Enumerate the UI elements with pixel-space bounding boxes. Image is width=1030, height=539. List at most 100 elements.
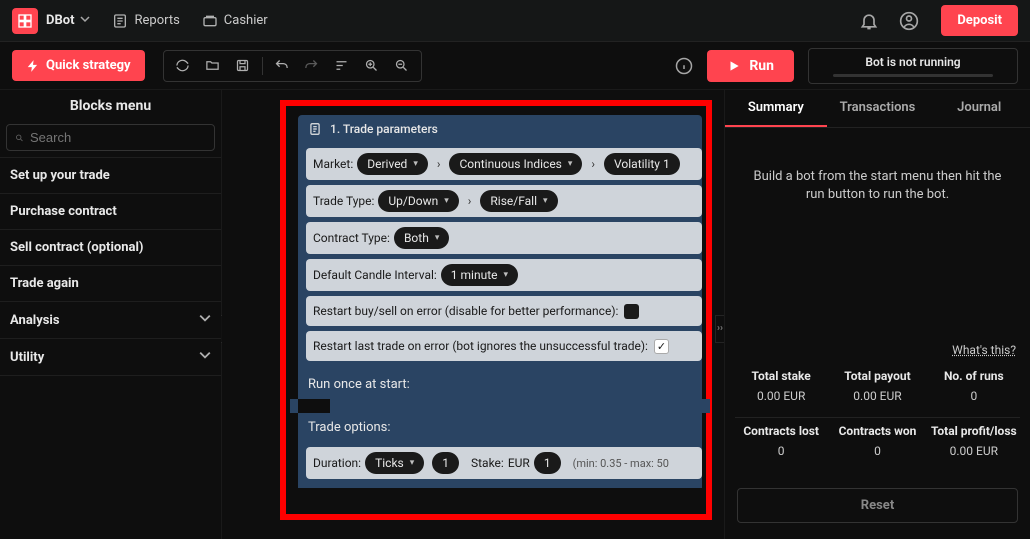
market-row: Market: Derived▾ › Continuous Indices▾ ›…: [306, 148, 702, 180]
sidebar-item-setup-trade[interactable]: Set up your trade: [0, 157, 221, 194]
save-icon[interactable]: [228, 51, 258, 81]
stat-profit-loss: Total profit/loss 0.00 EUR: [926, 424, 1022, 458]
right-panel: Summary Transactions Journal Build a bot…: [724, 90, 1030, 539]
block-title-text: 1. Trade parameters: [330, 122, 438, 136]
reports-label: Reports: [134, 13, 179, 28]
block-notch: [290, 399, 710, 413]
sidebar-item-label: Utility: [10, 350, 44, 365]
sidebar-item-label: Analysis: [10, 313, 60, 328]
restart-last-checkbox[interactable]: ✓: [654, 339, 669, 354]
deposit-button[interactable]: Deposit: [941, 5, 1018, 36]
reports-link[interactable]: Reports: [112, 13, 179, 29]
sidebar-title: Blocks menu: [0, 90, 221, 122]
quick-strategy-button[interactable]: Quick strategy: [12, 50, 145, 81]
search-input[interactable]: [30, 130, 206, 145]
run-once-label: Run once at start:: [298, 370, 702, 399]
tabs: Summary Transactions Journal: [725, 90, 1030, 128]
market-derived-pill[interactable]: Derived▾: [357, 153, 428, 175]
stake-currency: EUR: [508, 456, 530, 470]
sidebar-item-trade-again[interactable]: Trade again: [0, 266, 221, 302]
zoom-in-icon[interactable]: [357, 51, 387, 81]
stat-total-payout: Total payout 0.00 EUR: [829, 369, 925, 403]
redo-icon[interactable]: [297, 51, 327, 81]
trade-options-label: Trade options:: [298, 413, 702, 442]
stat-label: Contracts lost: [733, 424, 829, 438]
stat-runs: No. of runs 0: [926, 369, 1022, 403]
zoom-out-icon[interactable]: [387, 51, 417, 81]
cashier-label: Cashier: [224, 13, 268, 28]
folder-icon[interactable]: [198, 51, 228, 81]
canvas-expand-handle[interactable]: ››: [715, 315, 724, 343]
sort-icon[interactable]: [327, 51, 357, 81]
stats-row-2: Contracts lost 0 Contracts won 0 Total p…: [725, 418, 1030, 472]
search-box[interactable]: [6, 124, 215, 151]
tradetype-updown-pill[interactable]: Up/Down▾: [378, 190, 458, 212]
chevron-down-icon[interactable]: [80, 13, 90, 28]
cashier-link[interactable]: Cashier: [202, 13, 268, 29]
chevron-down-icon: ▾: [543, 196, 548, 206]
candle-label: Default Candle Interval:: [313, 268, 437, 282]
whats-this-link[interactable]: What's this?: [725, 343, 1030, 363]
stat-label: Total stake: [733, 369, 829, 383]
sidebar: Blocks menu Set up your trade Purchase c…: [0, 90, 222, 539]
stake-hint: (min: 0.35 - max: 50: [573, 457, 669, 470]
market-indices-pill[interactable]: Continuous Indices▾: [449, 153, 582, 175]
restart-buy-checkbox[interactable]: [624, 304, 639, 319]
restart-last-row: Restart last trade on error (bot ignores…: [306, 331, 702, 361]
stat-label: Contracts won: [829, 424, 925, 438]
user-icon[interactable]: [899, 11, 919, 31]
market-label: Market:: [313, 157, 353, 171]
stat-value: 0.00 EUR: [829, 389, 925, 403]
chevron-down-icon: ▾: [504, 270, 509, 280]
stat-value: 0.00 EUR: [926, 444, 1022, 458]
block-title: 1. Trade parameters: [298, 115, 702, 143]
run-button[interactable]: Run: [707, 50, 794, 82]
candle-row: Default Candle Interval: 1 minute▾: [306, 259, 702, 291]
toolbar: Quick strategy Run Bot is not running: [0, 42, 1030, 90]
stat-value: 0.00 EUR: [733, 389, 829, 403]
bell-icon[interactable]: [859, 11, 879, 31]
contracttype-pill[interactable]: Both▾: [394, 227, 449, 249]
reset-button[interactable]: Reset: [737, 488, 1018, 523]
bot-status-bar: [833, 74, 993, 77]
tab-journal[interactable]: Journal: [928, 90, 1030, 127]
trade-parameters-block[interactable]: 1. Trade parameters Market: Derived▾ › C…: [298, 115, 702, 488]
summary-message: Build a bot from the start menu then hit…: [725, 128, 1030, 244]
document-icon: [308, 122, 322, 136]
canvas[interactable]: 1. Trade parameters Market: Derived▾ › C…: [222, 90, 724, 539]
tab-transactions[interactable]: Transactions: [827, 90, 929, 127]
stat-value: 0: [926, 389, 1022, 403]
restart-buy-row: Restart buy/sell on error (disable for b…: [306, 296, 702, 326]
stat-contracts-lost: Contracts lost 0: [733, 424, 829, 458]
bot-status: Bot is not running: [808, 48, 1018, 84]
market-volatility-pill[interactable]: Volatility 1: [604, 153, 680, 175]
stat-value: 0: [829, 444, 925, 458]
chevron-down-icon: [199, 312, 211, 328]
sidebar-item-utility[interactable]: Utility: [0, 339, 221, 376]
sidebar-item-label: Sell contract (optional): [10, 240, 143, 255]
duration-value-pill[interactable]: 1: [432, 452, 459, 474]
tradetype-row: Trade Type: Up/Down▾ › Rise/Fall▾: [306, 185, 702, 217]
tab-summary[interactable]: Summary: [725, 90, 827, 127]
candle-pill[interactable]: 1 minute▾: [441, 264, 518, 286]
stat-contracts-won: Contracts won 0: [829, 424, 925, 458]
duration-label: Duration:: [313, 456, 361, 470]
tradetype-risefall-pill[interactable]: Rise/Fall▾: [480, 190, 557, 212]
sidebar-item-purchase[interactable]: Purchase contract: [0, 194, 221, 230]
duration-row: Duration: Ticks▾ 1 Stake: EUR 1 (min: 0.…: [306, 447, 702, 479]
undo-icon[interactable]: [267, 51, 297, 81]
sidebar-item-analysis[interactable]: Analysis: [0, 302, 221, 339]
info-icon[interactable]: [675, 57, 693, 75]
breadcrumb-separator: ›: [437, 157, 441, 171]
restart-last-label: Restart last trade on error (bot ignores…: [313, 339, 648, 353]
contracttype-label: Contract Type:: [313, 231, 390, 245]
duration-unit-pill[interactable]: Ticks▾: [365, 452, 424, 474]
stat-label: No. of runs: [926, 369, 1022, 383]
stat-total-stake: Total stake 0.00 EUR: [733, 369, 829, 403]
sidebar-item-sell[interactable]: Sell contract (optional): [0, 230, 221, 266]
app-name[interactable]: DBot: [46, 13, 74, 28]
refresh-icon[interactable]: [168, 51, 198, 81]
chevron-down-icon: ▾: [410, 458, 415, 468]
stake-value-pill[interactable]: 1: [534, 452, 561, 474]
breadcrumb-separator: ›: [468, 194, 472, 208]
